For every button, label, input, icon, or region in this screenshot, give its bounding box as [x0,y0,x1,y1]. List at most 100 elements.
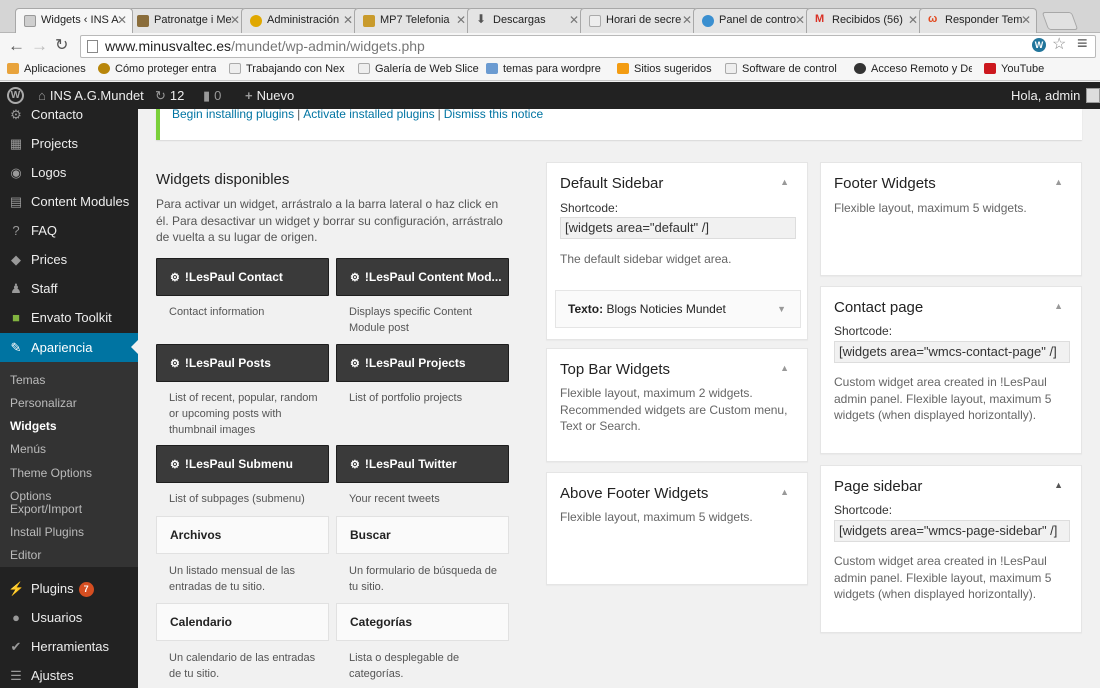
bookmark-item[interactable]: Galería de Web Slice [358,63,479,75]
admin-bar-account[interactable]: Hola, admin [1011,88,1100,103]
bookmark-item[interactable]: Software de control [725,63,843,75]
bookmark-item[interactable]: temas para wordpre [486,63,604,75]
widget-lespaul-posts[interactable]: ⚙ !LesPaul Posts [156,344,329,382]
widget-texto-blogs[interactable]: Texto: Blogs Noticies Mundet ▼ [555,290,801,328]
star-icon[interactable]: ☆ [1052,34,1066,54]
browser-tab[interactable]: Administración ✕ [241,8,359,33]
menu-item-faq[interactable]: ? FAQ [0,216,138,245]
browser-tab[interactable]: Patronatge i Me ✕ [128,8,246,33]
browser-tab[interactable]: Widgets ‹ INS A ✕ [15,8,133,33]
new-tab-button[interactable] [1041,12,1079,30]
menu-item-contacto[interactable]: ⚙ Contacto [0,109,138,129]
widget-area-title[interactable]: Contact page [834,299,923,316]
submenu-personalizar[interactable]: Personalizar [10,397,77,410]
close-tab-icon[interactable]: ✕ [117,13,127,27]
widget-categorias[interactable]: Categorías [336,603,509,641]
expand-arrow-icon[interactable]: ▼ [777,291,786,327]
submenu-options-export-import[interactable]: Options Export/Import [10,490,82,516]
close-tab-icon[interactable]: ✕ [456,13,466,27]
page-icon [589,15,601,27]
collapse-arrow-icon[interactable]: ▲ [1054,301,1063,311]
bookmark-label: YouTube [1001,63,1045,75]
menu-item-usuarios[interactable]: ● Usuarios [0,603,138,632]
browser-tab[interactable]: M Recibidos (56) ✕ [806,8,924,33]
submenu-temas[interactable]: Temas [10,374,45,387]
collapse-arrow-icon[interactable]: ▲ [780,177,789,187]
widget-lespaul-projects[interactable]: ⚙ !LesPaul Projects [336,344,509,382]
dismiss-notice-link[interactable]: Dismiss this notice [444,107,543,121]
submenu-menus[interactable]: Menús [10,443,46,456]
widget-lespaul-contact[interactable]: ⚙ !LesPaul Contact [156,258,329,296]
address-bar[interactable]: www.minusvaltec.es/mundet/wp-admin/widge… [80,35,1096,58]
menu-item-apariencia[interactable]: ✎ Apariencia [0,333,138,362]
site-icon [250,15,262,27]
menu-item-plugins[interactable]: ⚡ Plugins 7 [0,574,138,603]
browser-tab[interactable]: ω Responder Tem ✕ [919,8,1037,33]
close-tab-icon[interactable]: ✕ [569,13,579,27]
widget-buscar[interactable]: Buscar [336,516,509,554]
close-tab-icon[interactable]: ✕ [343,13,353,27]
collapse-arrow-icon[interactable]: ▲ [780,363,789,373]
menu-icon[interactable]: ≡ [1077,33,1088,54]
tab-title: Widgets ‹ INS A [41,14,119,26]
widget-area-title[interactable]: Page sidebar [834,478,922,495]
bookmark-item[interactable]: Trabajando con Nex [229,63,345,75]
menu-item-ajustes[interactable]: ☰ Ajustes [0,661,138,688]
reload-icon[interactable]: ↻ [55,36,68,56]
browser-tab[interactable]: ⬇ Descargas ✕ [467,8,585,33]
widget-area-title[interactable]: Default Sidebar [560,175,663,192]
widget-lespaul-content-module[interactable]: ⚙ !LesPaul Content Mod... [336,258,509,296]
collapse-arrow-icon[interactable]: ▲ [1054,177,1063,187]
submenu-install-plugins[interactable]: Install Plugins [10,526,84,539]
bookmark-item[interactable]: Sitios sugeridos [617,63,712,75]
back-arrow-icon[interactable]: ← [8,36,25,56]
widget-archivos[interactable]: Archivos [156,516,329,554]
gmail-icon: M [815,13,825,25]
admin-bar-comments[interactable]: ▮ 0 [203,88,221,104]
shortcode-field[interactable]: [widgets area="default" /] [560,217,796,239]
page-icon [87,40,98,53]
tab-title: Patronatge i Me [154,14,232,26]
menu-item-staff[interactable]: ♟ Staff [0,274,138,303]
widget-area-title[interactable]: Above Footer Widgets [560,485,708,502]
bookmark-item[interactable]: Acceso Remoto y De [854,63,972,75]
widget-lespaul-submenu[interactable]: ⚙ !LesPaul Submenu [156,445,329,483]
close-tab-icon[interactable]: ✕ [795,13,805,27]
menu-item-logos[interactable]: ◉ Logos [0,158,138,187]
bookmark-item[interactable]: Cómo proteger entra [98,63,216,75]
browser-tab[interactable]: Panel de contro ✕ [693,8,811,33]
browser-tab[interactable]: Horari de secre ✕ [580,8,698,33]
menu-item-prices[interactable]: ◆ Prices [0,245,138,274]
bookmark-youtube[interactable]: YouTube [984,63,1044,75]
close-tab-icon[interactable]: ✕ [908,13,918,27]
wordpress-logo-icon[interactable]: W [7,87,24,104]
submenu-widgets[interactable]: Widgets [10,420,57,433]
admin-bar-new[interactable]: + Nuevo [245,88,294,103]
available-widgets-description: Para activar un widget, arrástralo a la … [156,197,503,244]
wordpress-extension-icon[interactable]: W [1032,38,1046,52]
shortcode-field[interactable]: [widgets area="wmcs-page-sidebar" /] [834,520,1070,542]
forward-arrow-icon[interactable]: → [31,36,48,56]
widget-area-title[interactable]: Top Bar Widgets [560,361,670,378]
widget-area-title[interactable]: Footer Widgets [834,175,936,192]
submenu-editor[interactable]: Editor [10,549,41,562]
browser-tab[interactable]: MP7 Telefonia ✕ [354,8,472,33]
begin-installing-plugins-link[interactable]: Begin installing plugins [172,107,294,121]
admin-bar-updates[interactable]: ↻ 12 [155,88,184,104]
widget-lespaul-twitter[interactable]: ⚙ !LesPaul Twitter [336,445,509,483]
shortcode-field[interactable]: [widgets area="wmcs-contact-page" /] [834,341,1070,363]
admin-bar-site[interactable]: ⌂ INS A.G.Mundet [38,88,144,103]
activate-installed-plugins-link[interactable]: Activate installed plugins [303,107,434,121]
menu-item-herramientas[interactable]: ✔ Herramientas [0,632,138,661]
menu-item-projects[interactable]: ▦ Projects [0,129,138,158]
bookmark-apps[interactable]: Aplicaciones [7,63,86,75]
widget-calendario[interactable]: Calendario [156,603,329,641]
collapse-arrow-icon[interactable]: ▲ [780,487,789,497]
close-tab-icon[interactable]: ✕ [1021,13,1031,27]
submenu-theme-options[interactable]: Theme Options [10,467,92,480]
menu-item-envato-toolkit[interactable]: ■ Envato Toolkit [0,303,138,332]
menu-item-content-modules[interactable]: ▤ Content Modules [0,187,138,216]
collapse-arrow-icon[interactable]: ▲ [1054,480,1063,490]
close-tab-icon[interactable]: ✕ [230,13,240,27]
close-tab-icon[interactable]: ✕ [682,13,692,27]
